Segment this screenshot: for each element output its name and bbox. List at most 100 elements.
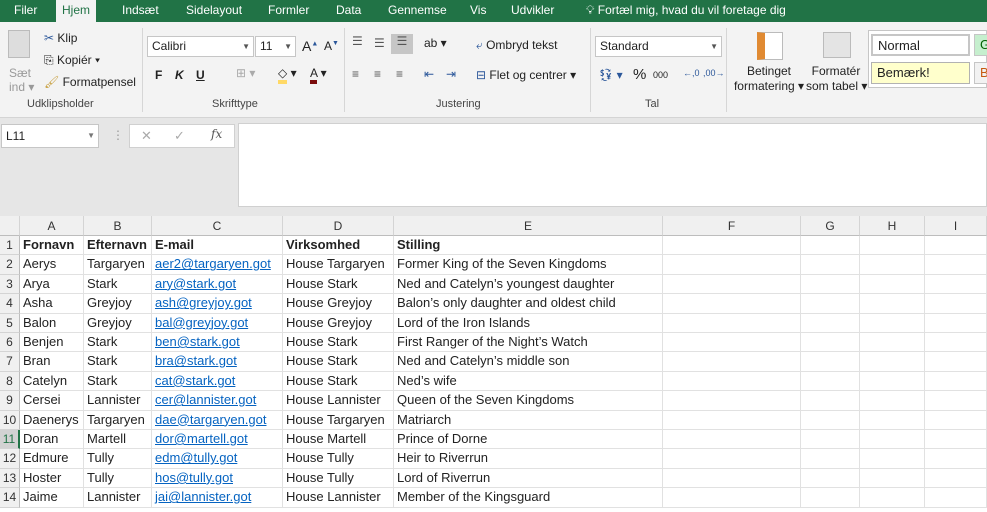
cell[interactable]: Matriarch (394, 410, 663, 430)
column-title-cell[interactable]: Virksomhed (283, 236, 394, 256)
cell[interactable]: Stark (84, 371, 152, 392)
row-header[interactable]: 3 (0, 274, 20, 295)
align-center-button[interactable]: ≡ (374, 67, 381, 81)
column-title-cell[interactable] (860, 236, 925, 256)
cut-button[interactable]: ✂ Klip (44, 31, 77, 45)
row-header[interactable]: 9 (0, 391, 20, 411)
cell[interactable]: House Stark (283, 274, 394, 295)
cell[interactable] (860, 449, 925, 469)
orientation-button[interactable]: ab ▾ (424, 36, 447, 50)
enter-icon[interactable]: ✓ (174, 128, 185, 144)
borders-button[interactable]: ⊞ ▾ (236, 66, 255, 80)
decrease-indent-button[interactable]: ⇤ (424, 67, 434, 81)
bold-button[interactable]: F (155, 68, 162, 82)
conditional-formatting-button[interactable]: Betinget formatering ▾ (732, 64, 806, 94)
row-header[interactable]: 4 (0, 294, 20, 314)
cell[interactable]: House Targaryen (283, 410, 394, 430)
select-all-button[interactable] (0, 216, 20, 236)
cell[interactable] (925, 371, 987, 392)
cell[interactable] (925, 488, 987, 508)
cell[interactable] (801, 468, 860, 489)
align-right-button[interactable]: ≡ (396, 67, 403, 81)
decrease-decimal-button[interactable]: ,00→ (703, 68, 725, 78)
column-title-cell[interactable] (801, 236, 860, 256)
row-header[interactable]: 1 (0, 236, 20, 256)
worksheet-grid[interactable]: A B C D E F G H I 1 Fornavn Efternavn E-mail Virksomh… (0, 216, 987, 512)
middle-align-button[interactable]: ☰ (374, 36, 385, 50)
format-painter-button[interactable]: 🖌︎ Formatpensel (44, 75, 136, 89)
cell[interactable]: House Tully (283, 468, 394, 489)
percent-button[interactable]: % (633, 66, 646, 83)
cell[interactable]: House Martell (283, 430, 394, 450)
cell[interactable] (663, 274, 801, 295)
row-header[interactable]: 13 (0, 468, 20, 489)
cell[interactable] (801, 313, 860, 333)
style-note[interactable]: Bemærk! (871, 62, 970, 84)
cell[interactable]: Ned and Catelyn’s youngest daughter (394, 274, 663, 295)
cell[interactable] (663, 371, 801, 392)
email-link-cell[interactable]: cer@lannister.got (152, 391, 283, 411)
email-link-cell[interactable]: bal@greyjoy.got (152, 313, 283, 333)
cell[interactable]: House Lannister (283, 391, 394, 411)
cell[interactable]: Lord of Riverrun (394, 468, 663, 489)
underline-button[interactable]: U (196, 68, 205, 82)
cell[interactable]: Former King of the Seven Kingdoms (394, 255, 663, 275)
cell[interactable] (925, 410, 987, 430)
row-header[interactable]: 10 (0, 410, 20, 430)
cell[interactable]: House Stark (283, 333, 394, 353)
tab-sidelayout[interactable]: Sidelayout (180, 0, 248, 22)
cell[interactable] (925, 449, 987, 469)
cell[interactable]: Cersei (20, 391, 84, 411)
decrease-font-button[interactable]: A▼ (324, 39, 339, 53)
font-size-select[interactable]: 11 ▼ (255, 36, 296, 57)
cell[interactable] (801, 255, 860, 275)
tab-indsæt[interactable]: Indsæt (116, 0, 165, 22)
cell[interactable] (925, 468, 987, 489)
tab-formler[interactable]: Formler (262, 0, 315, 22)
cell[interactable]: House Stark (283, 352, 394, 372)
column-header-h[interactable]: H (860, 216, 925, 236)
style-normal[interactable]: Normal (871, 34, 970, 56)
column-header-c[interactable]: C (152, 216, 283, 236)
formula-input[interactable] (238, 123, 987, 207)
cell[interactable]: Edmure (20, 449, 84, 469)
cell[interactable] (860, 488, 925, 508)
cell[interactable] (860, 255, 925, 275)
email-link-cell[interactable]: hos@tully.got (152, 468, 283, 489)
column-title-cell[interactable]: Fornavn (20, 236, 84, 256)
cell[interactable]: Member of the Kingsguard (394, 488, 663, 508)
cell[interactable] (663, 352, 801, 372)
cell[interactable]: Targaryen (84, 410, 152, 430)
align-left-button[interactable]: ≡ (352, 67, 359, 81)
cell[interactable] (860, 274, 925, 295)
wrap-text-button[interactable]: ⤶ Ombryd tekst (476, 38, 557, 53)
cell[interactable]: Benjen (20, 333, 84, 353)
style-good[interactable]: G (974, 34, 987, 56)
cell[interactable]: Queen of the Seven Kingdoms (394, 391, 663, 411)
email-link-cell[interactable]: jai@lannister.got (152, 488, 283, 508)
cell[interactable]: First Ranger of the Night’s Watch (394, 333, 663, 353)
cell[interactable] (860, 410, 925, 430)
cell[interactable]: House Targaryen (283, 255, 394, 275)
cell[interactable] (801, 410, 860, 430)
cell[interactable] (860, 468, 925, 489)
row-header[interactable]: 14 (0, 488, 20, 508)
cell[interactable] (663, 449, 801, 469)
font-name-select[interactable]: Calibri ▼ (147, 36, 254, 57)
increase-indent-button[interactable]: ⇥ (446, 67, 456, 81)
cell[interactable] (663, 391, 801, 411)
cell[interactable]: Hoster (20, 468, 84, 489)
column-title-cell[interactable]: Efternavn (84, 236, 152, 256)
increase-font-button[interactable]: A▲ (302, 38, 318, 54)
cell[interactable]: Greyjoy (84, 294, 152, 314)
increase-decimal-button[interactable]: ←,0 (683, 68, 700, 78)
cell[interactable] (860, 352, 925, 372)
cell[interactable]: House Lannister (283, 488, 394, 508)
cell[interactable] (925, 255, 987, 275)
cell[interactable] (925, 313, 987, 333)
cell[interactable]: Tully (84, 468, 152, 489)
fill-color-button[interactable]: ◇ ▾ (278, 66, 297, 84)
cell[interactable] (801, 371, 860, 392)
cell[interactable]: Aerys (20, 255, 84, 275)
column-header-f[interactable]: F (663, 216, 801, 236)
